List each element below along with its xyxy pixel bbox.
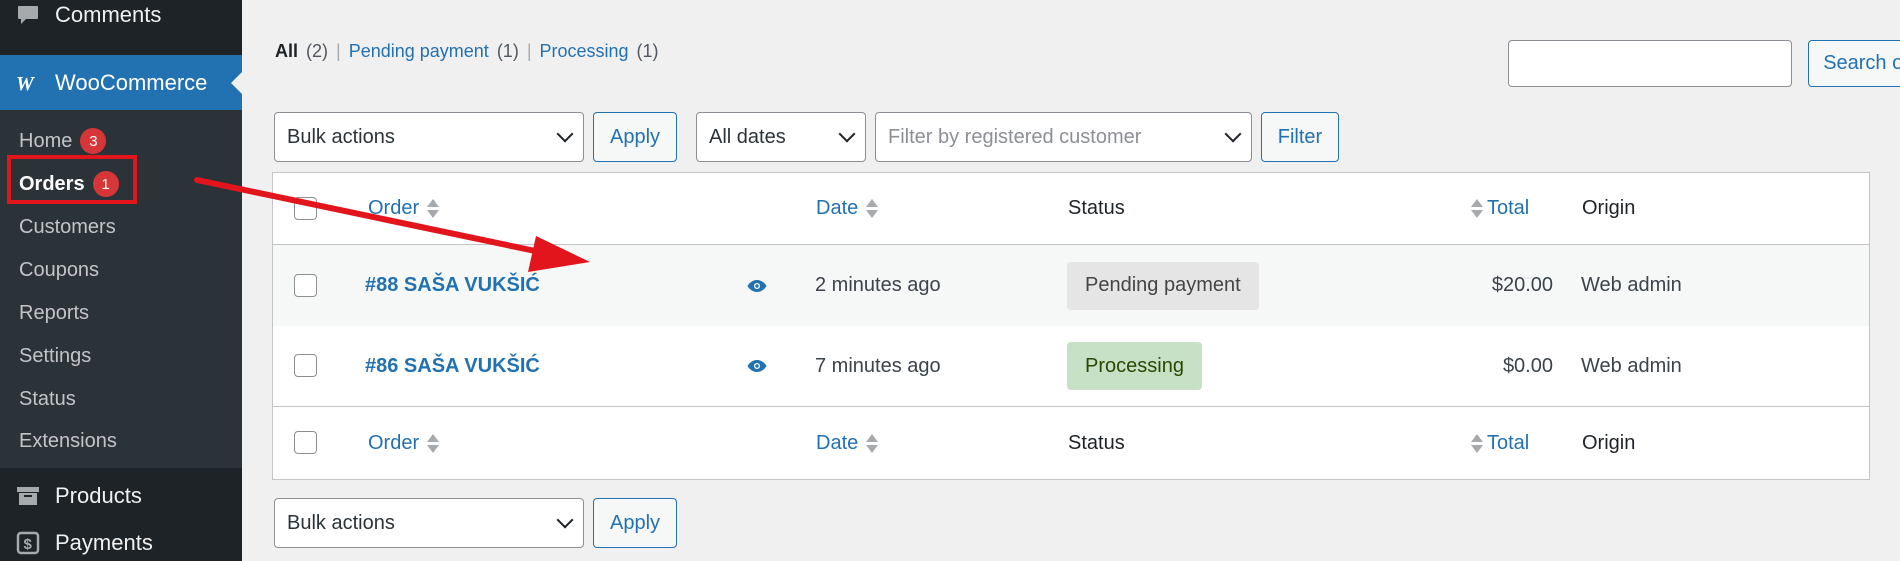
apply-button-bottom[interactable]: Apply xyxy=(593,498,677,548)
column-total[interactable]: Total xyxy=(1471,173,1529,244)
apply-button-top[interactable]: Apply xyxy=(593,112,677,162)
svg-text:W: W xyxy=(16,74,35,92)
table-header-row: Order Date Status Total Origin xyxy=(273,173,1869,245)
filter-button[interactable]: Filter xyxy=(1261,112,1339,162)
submenu-home-label: Home xyxy=(19,129,73,152)
view-processing[interactable]: Processing xyxy=(540,41,629,62)
menu-products-label: Products xyxy=(55,483,142,508)
view-separator: | xyxy=(526,41,532,61)
menu-payments-label: Payments xyxy=(55,529,153,555)
submenu-reports[interactable]: Reports xyxy=(19,298,89,328)
search-orders-input[interactable] xyxy=(1508,40,1792,87)
eye-icon[interactable] xyxy=(747,359,767,373)
order-status-cell: Processing xyxy=(1067,326,1202,406)
sort-icon xyxy=(1471,199,1483,218)
view-processing-count: (1) xyxy=(636,41,659,61)
row-checkbox[interactable] xyxy=(294,273,317,297)
svg-text:$: $ xyxy=(23,536,32,553)
column-date-footer[interactable]: Date xyxy=(816,407,879,479)
column-total-footer[interactable]: Total xyxy=(1471,407,1529,479)
row-checkbox[interactable] xyxy=(294,354,317,377)
home-count-badge: 3 xyxy=(80,128,107,154)
woocommerce-icon: W xyxy=(0,74,55,92)
bulk-actions-select-top[interactable]: Bulk actions xyxy=(274,112,584,162)
submenu-customers[interactable]: Customers xyxy=(19,212,116,242)
status-badge: Pending payment xyxy=(1067,261,1259,310)
orders-highlight-box xyxy=(7,155,137,204)
order-status-cell: Pending payment xyxy=(1067,245,1259,326)
order-origin: Web admin xyxy=(1581,274,1682,296)
menu-comments[interactable]: Comments xyxy=(0,0,242,30)
menu-comments-label: Comments xyxy=(55,2,162,27)
submenu-status[interactable]: Status xyxy=(19,384,76,414)
order-status-views: All (2) | Pending payment (1) | Processi… xyxy=(275,41,659,62)
column-order[interactable]: Order xyxy=(368,173,440,244)
column-status-footer: Status xyxy=(1068,431,1125,454)
column-status: Status xyxy=(1068,197,1125,219)
comment-icon xyxy=(0,5,55,25)
sort-icon xyxy=(427,199,440,218)
select-all-checkbox-footer[interactable] xyxy=(294,431,317,454)
table-row[interactable]: #86 SAŠA VUKŠIĆ 7 minutes ago Processing… xyxy=(273,326,1869,407)
bulk-actions-value: Bulk actions xyxy=(287,511,395,534)
order-date: 2 minutes ago xyxy=(815,274,941,296)
dates-filter-select[interactable]: All dates xyxy=(696,112,866,162)
view-pending-payment[interactable]: Pending payment xyxy=(349,41,489,62)
menu-products[interactable]: Products xyxy=(0,474,242,518)
dollar-icon: $ xyxy=(0,531,55,555)
customer-filter-select[interactable]: Filter by registered customer xyxy=(875,112,1252,162)
chevron-down-icon xyxy=(556,125,574,143)
customer-filter-placeholder: Filter by registered customer xyxy=(888,125,1142,148)
menu-woocommerce[interactable]: W WooCommerce xyxy=(0,55,242,110)
column-origin-footer: Origin xyxy=(1582,431,1636,454)
view-pending-count: (1) xyxy=(496,41,519,61)
submenu-home[interactable]: Home 3 xyxy=(19,126,107,156)
order-date: 7 minutes ago xyxy=(815,354,941,377)
menu-woocommerce-label: WooCommerce xyxy=(55,69,208,95)
view-separator: | xyxy=(336,41,341,61)
chevron-down-icon xyxy=(556,511,574,529)
submenu-coupons[interactable]: Coupons xyxy=(19,255,99,285)
sort-icon xyxy=(866,433,879,453)
submenu-extensions[interactable]: Extensions xyxy=(19,426,117,456)
orders-table: Order Date Status Total Origin #88 SAŠA … xyxy=(272,172,1870,480)
admin-sidebar: Comments W WooCommerce Home 3 Orders 1 C… xyxy=(0,0,242,561)
chevron-down-icon xyxy=(1224,125,1242,143)
table-row[interactable]: #88 SAŠA VUKŠIĆ 2 minutes ago Pending pa… xyxy=(273,245,1869,326)
sort-icon xyxy=(427,433,440,453)
order-link[interactable]: #86 SAŠA VUKŠIĆ xyxy=(365,326,540,406)
view-all[interactable]: All xyxy=(275,41,298,62)
order-origin: Web admin xyxy=(1581,354,1682,377)
search-orders-button[interactable]: Search orders xyxy=(1808,40,1900,87)
sort-icon xyxy=(1471,433,1483,453)
bulk-actions-select-bottom[interactable]: Bulk actions xyxy=(274,498,584,548)
archive-icon xyxy=(0,486,55,506)
select-all-checkbox[interactable] xyxy=(294,196,317,220)
table-footer-row: Order Date Status Total Origin xyxy=(273,407,1869,479)
column-order-footer[interactable]: Order xyxy=(368,407,440,479)
main-content: All (2) | Pending payment (1) | Processi… xyxy=(242,0,1900,561)
column-date[interactable]: Date xyxy=(816,173,879,244)
sort-icon xyxy=(866,199,879,218)
chevron-down-icon xyxy=(838,125,856,143)
order-link[interactable]: #88 SAŠA VUKŠIĆ xyxy=(365,245,540,326)
submenu-settings[interactable]: Settings xyxy=(19,341,91,371)
bulk-actions-value: Bulk actions xyxy=(287,125,395,148)
column-origin: Origin xyxy=(1582,197,1636,219)
view-all-count: (2) xyxy=(306,41,329,61)
eye-icon[interactable] xyxy=(747,279,767,293)
order-total: $0.00 xyxy=(1502,354,1553,377)
order-total: $20.00 xyxy=(1491,274,1553,296)
status-badge: Processing xyxy=(1067,342,1202,390)
menu-payments[interactable]: $ Payments xyxy=(0,524,242,561)
dates-filter-value: All dates xyxy=(709,125,786,148)
